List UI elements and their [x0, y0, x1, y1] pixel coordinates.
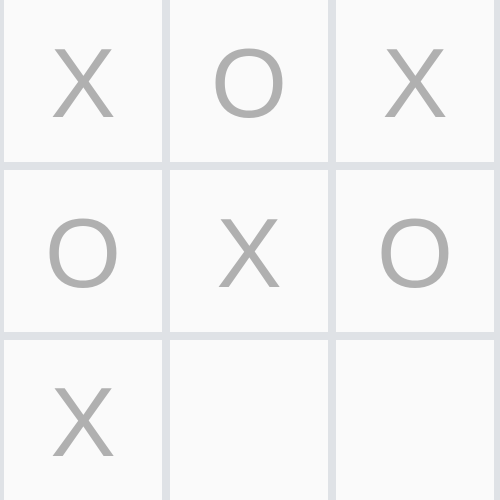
cell-mark: X: [382, 28, 448, 138]
tic-tac-toe-board: X O X O X O X: [0, 0, 500, 500]
cell-mark: X: [50, 367, 116, 477]
cell-r1-c1[interactable]: X: [4, 0, 162, 162]
cell-r3-c3[interactable]: [336, 340, 494, 500]
cell-mark: X: [50, 28, 116, 138]
cell-mark: X: [216, 198, 282, 308]
cell-r2-c2[interactable]: X: [170, 170, 328, 332]
cell-r3-c2[interactable]: [170, 340, 328, 500]
cell-r3-c1[interactable]: X: [4, 340, 162, 500]
cell-mark: O: [44, 198, 122, 308]
cell-r2-c3[interactable]: O: [336, 170, 494, 332]
cell-mark: O: [210, 28, 288, 138]
cell-r1-c3[interactable]: X: [336, 0, 494, 162]
cell-r1-c2[interactable]: O: [170, 0, 328, 162]
cell-mark: O: [376, 198, 454, 308]
cell-r2-c1[interactable]: O: [4, 170, 162, 332]
